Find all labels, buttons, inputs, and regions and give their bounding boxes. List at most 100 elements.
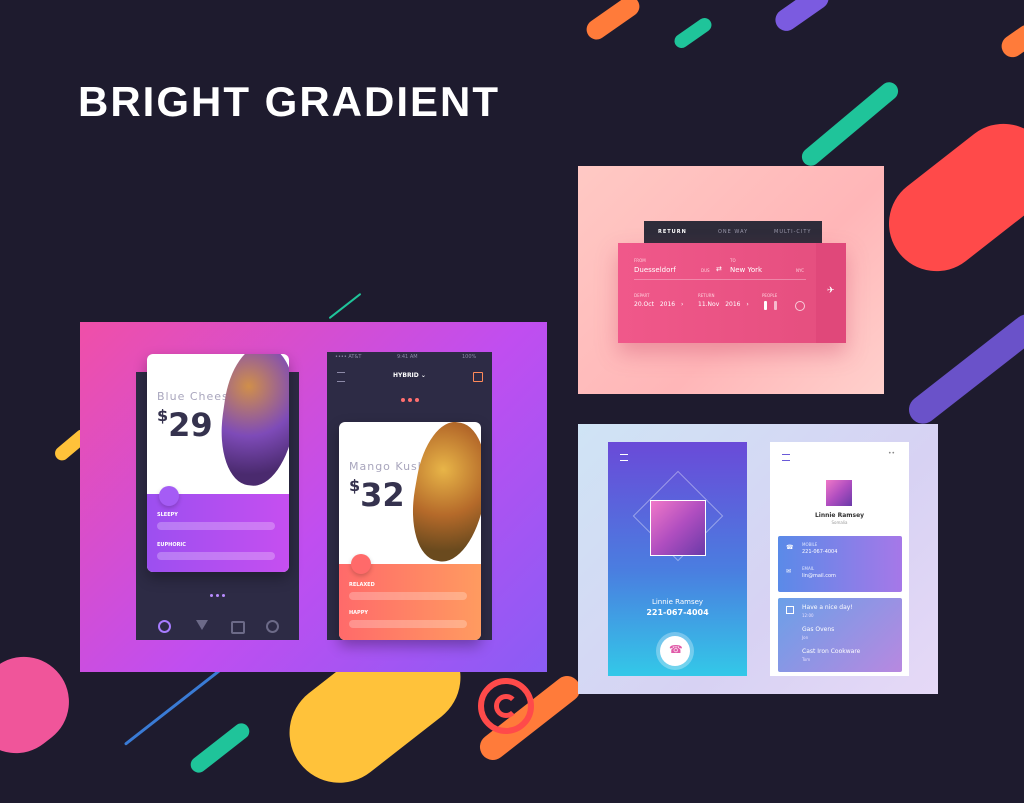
divider — [634, 279, 806, 280]
return-date[interactable]: 11.Nov 2016 › — [698, 301, 749, 308]
bud-image-purple — [213, 354, 289, 491]
effect-label-sleepy: SLEEPY — [157, 512, 178, 518]
message-2[interactable]: Gas Ovens — [802, 626, 834, 633]
effect-bar-euphoric — [157, 552, 275, 560]
effect-label-euphoric: EUPHORIC — [157, 542, 186, 548]
phone-left: Blue Cheese $29 SLEEPY EUPHORIC — [136, 354, 299, 640]
status-time: 9:41 AM — [397, 354, 418, 360]
bag-icon[interactable] — [351, 554, 371, 574]
depart-label: DEPART — [634, 293, 650, 298]
mobile-value[interactable]: 221-067-4004 — [802, 549, 837, 555]
avatar — [650, 500, 706, 556]
search-icon[interactable] — [158, 620, 171, 633]
phone-icon: ☎ — [669, 643, 683, 656]
from-label: FROM — [634, 258, 646, 263]
person-icon — [764, 301, 767, 310]
return-label: RETURN — [698, 293, 715, 298]
decor-pill-pink-bottom-left — [0, 638, 88, 772]
contact-app-showcase: Linnie Ramsey 221-067-4004 ☎ •• Linnie R… — [578, 424, 938, 694]
effect-label-happy: HAPPY — [349, 610, 369, 616]
menu-icon[interactable] — [782, 454, 790, 461]
decor-pill-orange-top — [582, 0, 644, 44]
filter-icon[interactable] — [196, 620, 208, 630]
tab-multi-city[interactable]: MULTI-CITY — [774, 229, 811, 235]
profile-icon[interactable] — [266, 620, 279, 633]
product-card-blue-cheese[interactable]: Blue Cheese $29 SLEEPY EUPHORIC — [147, 354, 289, 572]
plane-icon: ✈ — [827, 286, 835, 296]
brand-logo — [478, 678, 534, 734]
status-carrier: •••• AT&T — [335, 354, 362, 360]
product-card-mango-kush[interactable]: Mango Kush $32 RELAXED HAPPY — [339, 422, 481, 640]
message-1-sub: 12:00 — [802, 613, 814, 618]
contact-name: Linnie Ramsey — [814, 512, 865, 519]
card-bottom-section: RELAXED HAPPY — [339, 564, 481, 640]
bag-icon[interactable] — [159, 486, 179, 506]
category-dropdown[interactable]: HYBRID ⌄ — [393, 372, 426, 379]
messages-card: Have a nice day! 12:00 Gas Ovens Jon Cas… — [778, 598, 902, 672]
price-value: 32 — [360, 476, 405, 514]
decor-pill-teal-long — [798, 78, 902, 170]
contact-detail-screen: •• Linnie Ramsey Somalia ☎ MOBILE 221-06… — [770, 442, 909, 676]
cannabis-app-showcase: Blue Cheese $29 SLEEPY EUPHORIC •••• AT&… — [80, 322, 547, 672]
bud-image-orange — [403, 422, 481, 568]
message-2-sub: Jon — [802, 635, 809, 640]
page-dots — [210, 594, 226, 598]
decor-pill-teal-top — [671, 15, 715, 51]
contact-subtitle: Somalia — [831, 520, 848, 525]
call-screen: Linnie Ramsey 221-067-4004 ☎ — [608, 442, 747, 676]
tab-one-way[interactable]: ONE WAY — [718, 229, 748, 235]
decor-pill-red-big — [869, 104, 1024, 291]
page-title: BRIGHT GRADIENT — [78, 78, 500, 125]
person-icon — [774, 301, 777, 310]
swap-icon[interactable]: ⇄ — [716, 265, 722, 273]
product-name: Mango Kush — [349, 460, 426, 473]
cart-icon[interactable] — [473, 372, 483, 382]
add-person-button[interactable] — [795, 301, 805, 311]
contact-info-card: ☎ MOBILE 221-067-4004 ✉ EMAIL lin@mail.c… — [778, 536, 902, 592]
message-icon — [786, 606, 794, 614]
mail-icon: ✉ — [786, 568, 792, 575]
phone-icon: ☎ — [786, 544, 794, 551]
product-price: $32 — [349, 476, 405, 514]
lock-icon[interactable] — [231, 621, 245, 634]
decor-pill-teal-bottom — [187, 720, 253, 776]
avatar — [826, 480, 852, 506]
from-city[interactable]: Duesseldorf — [634, 266, 676, 274]
decor-pill-purple-top — [771, 0, 833, 36]
menu-icon[interactable] — [620, 454, 628, 461]
flight-booking-showcase: RETURN ONE WAY MULTI-CITY FROM Duesseldo… — [578, 166, 884, 394]
brand-logo-inner — [494, 694, 518, 718]
to-city[interactable]: New York — [730, 266, 762, 274]
email-value[interactable]: lin@mail.com — [802, 573, 836, 579]
currency-symbol: $ — [349, 476, 361, 495]
more-icon[interactable]: •• — [888, 450, 895, 457]
currency-symbol: $ — [157, 406, 169, 425]
message-3-sub: Tom — [802, 657, 811, 662]
people-label: PEOPLE — [762, 293, 778, 298]
status-battery: 100% — [462, 354, 477, 360]
effect-bar-relaxed — [349, 592, 467, 600]
menu-icon[interactable] — [337, 372, 345, 382]
to-label: TO — [730, 258, 736, 263]
phone-right: •••• AT&T 9:41 AM 100% HYBRID ⌄ Mango Ku… — [327, 352, 492, 640]
from-code: DUS — [701, 268, 710, 273]
email-label: EMAIL — [802, 566, 815, 571]
effect-bar-happy — [349, 620, 467, 628]
decor-pill-orange-right — [997, 20, 1024, 62]
caller-name: Linnie Ramsey — [651, 598, 704, 606]
decor-pill-purple-right — [903, 308, 1024, 430]
caller-phone: 221-067-4004 — [646, 608, 709, 617]
product-price: $29 — [157, 406, 213, 444]
effect-label-relaxed: RELAXED — [349, 582, 375, 588]
to-code: NYC — [796, 268, 805, 273]
price-value: 29 — [168, 406, 213, 444]
page-dots — [401, 398, 419, 402]
mobile-label: MOBILE — [802, 542, 818, 547]
decor-line-teal-mid — [328, 292, 362, 320]
trip-type-tabs: RETURN ONE WAY MULTI-CITY — [644, 221, 822, 243]
message-1[interactable]: Have a nice day! — [802, 604, 853, 611]
tab-return[interactable]: RETURN — [658, 229, 687, 235]
depart-date[interactable]: 20.Oct 2016 › — [634, 301, 683, 308]
message-3[interactable]: Cast Iron Cookware — [802, 648, 860, 655]
flight-search-card: FROM Duesseldorf DUS ⇄ TO New York NYC D… — [618, 243, 846, 343]
